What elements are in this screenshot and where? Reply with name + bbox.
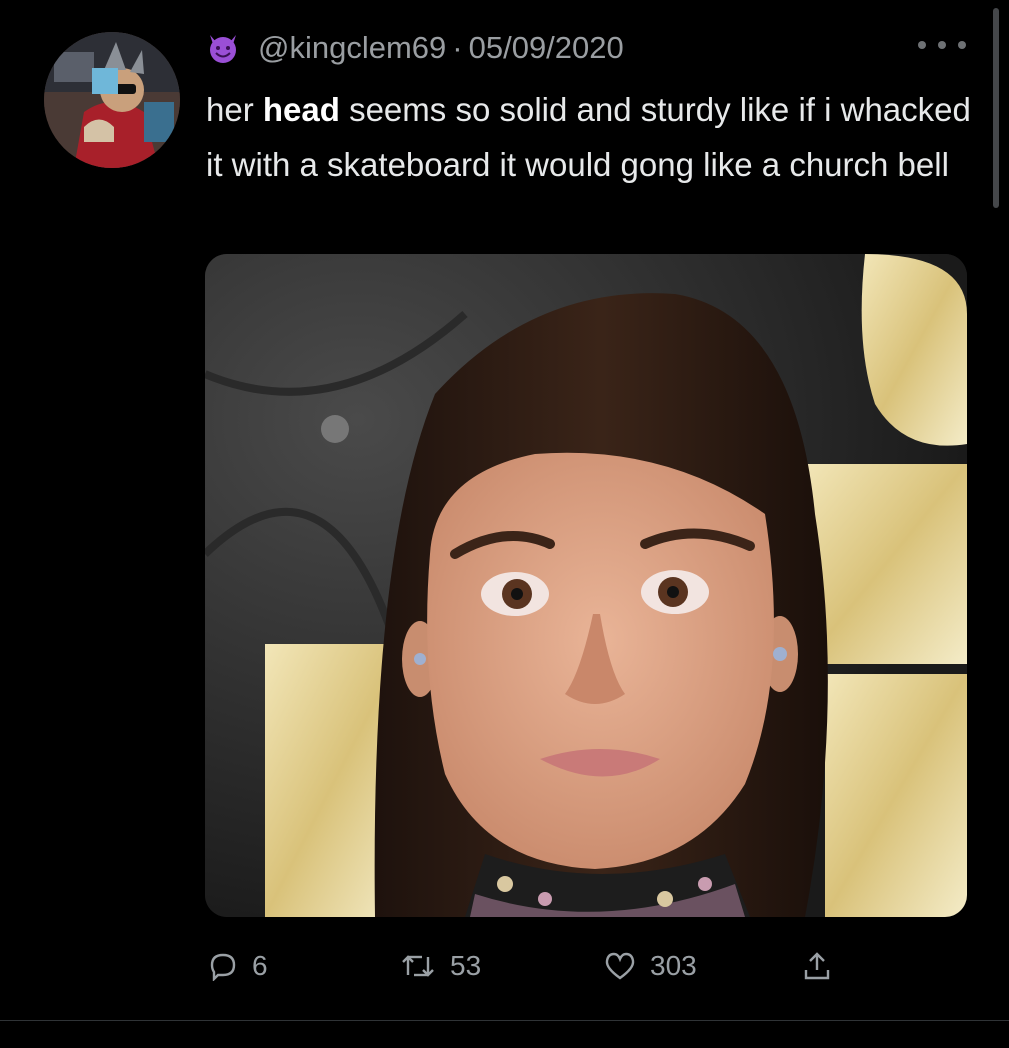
reply-count: 6 xyxy=(252,950,268,981)
scrollbar[interactable] xyxy=(993,8,999,208)
author-handle[interactable]: @kingclem69 xyxy=(258,30,446,66)
tweet[interactable]: @kingclem69 · 05/09/2020 her head seems … xyxy=(0,0,1009,1048)
reply-button[interactable]: 6 xyxy=(208,938,268,994)
tweet-text-bold: head xyxy=(262,91,340,128)
tweet-text-start: her xyxy=(206,91,263,128)
like-count: 303 xyxy=(650,950,697,981)
tweet-text: her head seems so solid and sturdy like … xyxy=(206,82,976,192)
smiling-imp-icon xyxy=(206,31,240,65)
retweet-icon xyxy=(402,955,434,977)
header-separator: · xyxy=(452,30,463,65)
share-button[interactable] xyxy=(802,938,832,994)
like-button[interactable]: 303 xyxy=(604,938,697,994)
photo-image xyxy=(205,254,967,917)
tweet-header: @kingclem69 · 05/09/2020 xyxy=(206,26,624,70)
retweet-count: 53 xyxy=(450,950,482,981)
action-bar: 6 53 303 xyxy=(0,938,1009,994)
heart-icon xyxy=(605,952,635,980)
share-icon xyxy=(804,952,830,980)
tweet-photo[interactable] xyxy=(205,254,967,917)
more-options-icon[interactable] xyxy=(918,30,966,60)
retweet-button[interactable]: 53 xyxy=(400,938,481,994)
avatar[interactable] xyxy=(44,32,180,168)
avatar-image xyxy=(44,32,180,168)
divider xyxy=(0,1020,1009,1021)
tweet-date[interactable]: 05/09/2020 xyxy=(469,30,624,66)
reply-icon xyxy=(210,953,236,981)
